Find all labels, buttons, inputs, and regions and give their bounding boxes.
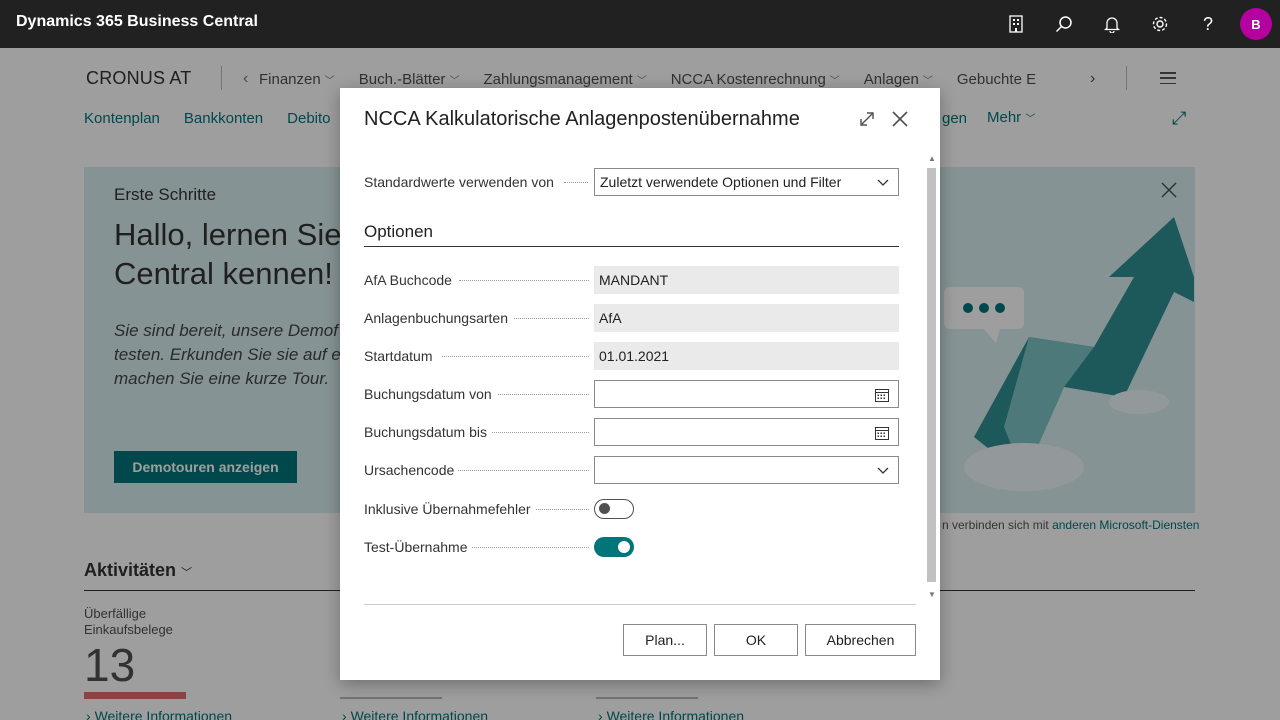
leader-dots: [536, 509, 589, 510]
leader-dots: [514, 318, 589, 319]
building-icon[interactable]: [1004, 12, 1028, 36]
defaults-row: Standardwerte verwenden von Zuletzt verw…: [364, 168, 899, 196]
expand-icon[interactable]: [858, 110, 876, 133]
section-optionen[interactable]: Optionen: [364, 222, 433, 242]
cancel-button[interactable]: Abbrechen: [805, 624, 916, 656]
field-anlagenbuchungsarten: Anlagenbuchungsarten AfA: [364, 304, 899, 332]
top-bar: Dynamics 365 Business Central ? B: [0, 0, 1280, 48]
chevron-down-icon: [877, 179, 889, 186]
test-uebernahme-toggle[interactable]: [594, 537, 634, 557]
defaults-select[interactable]: Zuletzt verwendete Optionen und Filter: [594, 168, 899, 196]
field-label: Ursachencode: [364, 462, 459, 478]
scrollbar-thumb[interactable]: [927, 168, 936, 582]
buchungsdatum-von-input[interactable]: [594, 380, 899, 408]
field-label: Anlagenbuchungsarten: [364, 310, 513, 326]
startdatum-value: 01.01.2021: [594, 342, 899, 370]
field-label: Startdatum: [364, 348, 437, 364]
calendar-icon[interactable]: [874, 387, 890, 403]
scroll-down-icon[interactable]: ▼: [928, 590, 936, 599]
field-label: Inklusive Übernahmefehler: [364, 501, 535, 517]
defaults-value: Zuletzt verwendete Optionen und Filter: [600, 174, 842, 190]
app-title[interactable]: Dynamics 365 Business Central: [16, 13, 258, 31]
scrollbar[interactable]: ▲ ▼: [925, 150, 938, 604]
field-afa-buchcode: AfA Buchcode MANDANT: [364, 266, 899, 294]
avatar[interactable]: B: [1240, 8, 1272, 40]
field-test-uebernahme: Test-Übernahme: [364, 533, 899, 561]
anlagenbuchungsarten-value: AfA: [594, 304, 899, 332]
field-label: AfA Buchcode: [364, 272, 456, 288]
leader-dots: [458, 470, 589, 471]
field-buchungsdatum-von: Buchungsdatum von: [364, 380, 899, 408]
leader-dots: [490, 432, 589, 433]
afa-buchcode-value: MANDANT: [594, 266, 899, 294]
help-icon[interactable]: ?: [1196, 12, 1220, 36]
scroll-up-icon[interactable]: ▲: [928, 154, 936, 163]
ursachencode-select[interactable]: [594, 456, 899, 484]
leader-dots: [498, 394, 589, 395]
divider: [364, 604, 916, 605]
defaults-label: Standardwerte verwenden von: [364, 174, 558, 190]
divider: [364, 246, 899, 247]
field-ursachencode: Ursachencode: [364, 456, 899, 484]
leader-dots: [459, 280, 589, 281]
field-buchungsdatum-bis: Buchungsdatum bis: [364, 418, 899, 446]
chevron-down-icon: [877, 467, 889, 474]
field-startdatum: Startdatum 01.01.2021: [364, 342, 899, 370]
field-label: Buchungsdatum bis: [364, 424, 491, 440]
plan-button[interactable]: Plan...: [623, 624, 707, 656]
field-inklusive-uebernahmefehler: Inklusive Übernahmefehler: [364, 495, 899, 523]
inklusive-uebernahmefehler-toggle[interactable]: [594, 499, 634, 519]
calendar-icon[interactable]: [874, 425, 890, 441]
field-label: Test-Übernahme: [364, 539, 472, 555]
field-label: Buchungsdatum von: [364, 386, 496, 402]
leader-dots: [564, 182, 588, 183]
ok-button[interactable]: OK: [714, 624, 798, 656]
search-icon[interactable]: [1052, 12, 1076, 36]
gear-icon[interactable]: [1148, 12, 1172, 36]
leader-dots: [442, 356, 589, 357]
leader-dots: [472, 547, 589, 548]
close-icon[interactable]: [891, 110, 909, 133]
bell-icon[interactable]: [1100, 12, 1124, 36]
buchungsdatum-bis-input[interactable]: [594, 418, 899, 446]
request-page-dialog: NCCA Kalkulatorische Anlagenpostenüberna…: [340, 88, 940, 680]
dialog-title: NCCA Kalkulatorische Anlagenpostenüberna…: [364, 108, 800, 130]
